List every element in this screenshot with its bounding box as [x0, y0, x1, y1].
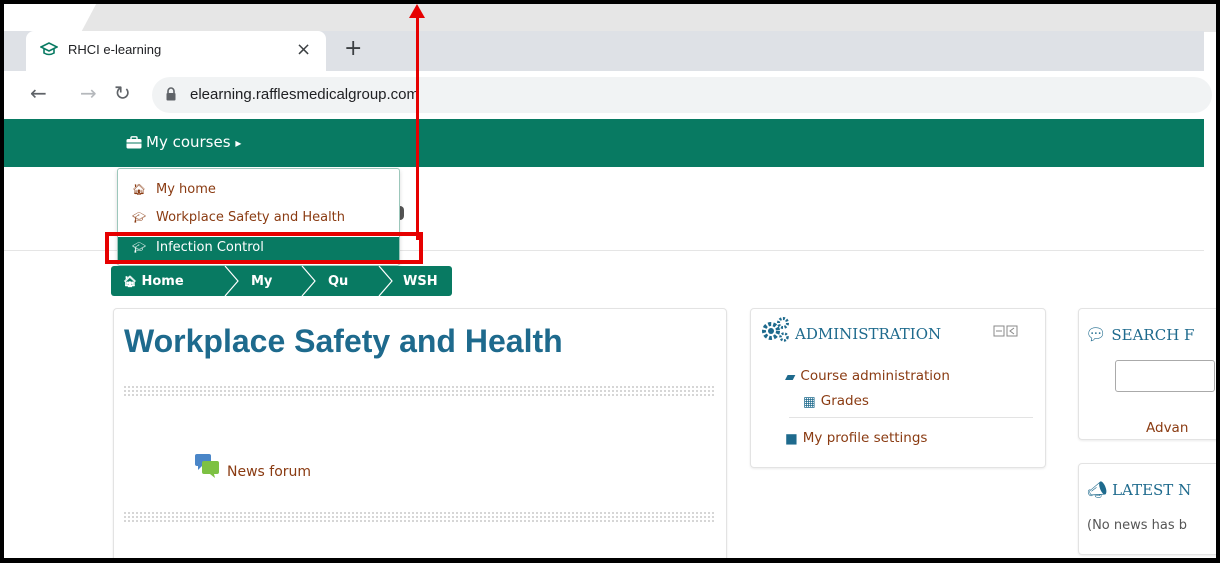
course-content-card: Workplace Safety and Health News forum — [113, 308, 727, 558]
breadcrumb-separator-icon — [224, 265, 239, 297]
latest-news-title: 📣︎ LATEST N — [1087, 480, 1191, 499]
block-controls-icon[interactable] — [993, 325, 1023, 337]
link-label: Grades — [820, 393, 869, 409]
latest-news-title-text: LATEST N — [1112, 481, 1192, 499]
tab-title: RHCI e-learning — [68, 42, 162, 57]
graduation-cap-icon — [40, 42, 58, 56]
background-decoration — [81, 4, 1216, 32]
administration-title: ADMINISTRATION — [795, 325, 942, 343]
breadcrumb-qu[interactable]: Qu — [328, 274, 348, 289]
advanced-search-link[interactable]: Advan — [1146, 420, 1188, 436]
breadcrumb-my[interactable]: My — [251, 274, 272, 289]
graduation-cap-icon: 🎓︎ — [132, 211, 146, 224]
page-title: Workplace Safety and Health — [124, 323, 563, 359]
briefcase-icon — [126, 136, 142, 149]
comments-icon: 💬︎ — [1085, 325, 1107, 345]
admin-divider — [789, 417, 1033, 418]
tab-close-icon[interactable]: × — [296, 39, 311, 60]
breadcrumb-home[interactable]: 🏠︎ Home — [123, 274, 184, 289]
search-block-title: 💬︎ SEARCH F — [1085, 325, 1194, 345]
dropdown-item-label: Workplace Safety and Health — [156, 210, 346, 225]
breadcrumb-wsh[interactable]: WSH — [403, 274, 438, 289]
gears-icon — [762, 317, 789, 342]
folder-open-icon: ▰ — [785, 369, 796, 385]
search-input[interactable] — [1115, 360, 1215, 392]
dropdown-item-label: My home — [156, 182, 216, 197]
reload-icon[interactable]: ↻ — [114, 81, 131, 105]
search-title-text: SEARCH F — [1111, 326, 1195, 344]
lock-icon — [166, 87, 176, 101]
back-arrow-icon[interactable]: ← — [30, 81, 47, 105]
dropdown-item-workplace-safety[interactable]: 🎓︎ Workplace Safety and Health — [118, 207, 399, 231]
caret-right-icon: ▸ — [235, 136, 242, 150]
my-courses-label: My courses — [146, 133, 231, 151]
course-administration-link[interactable]: ▰ Course administration — [785, 368, 950, 385]
table-icon: ▦ — [803, 394, 816, 410]
search-forums-block: 💬︎ SEARCH F Advan — [1078, 308, 1216, 440]
browser-tab-strip: RHCI e-learning × + — [4, 31, 1204, 71]
section-divider — [123, 385, 715, 397]
administration-block: ADMINISTRATION ▰ Course administration ▦ G… — [750, 308, 1046, 468]
new-tab-icon[interactable]: + — [344, 36, 362, 61]
my-profile-settings-link[interactable]: ■ My profile settings — [785, 430, 927, 447]
annotation-arrow-line — [416, 16, 419, 240]
url-text: elearning.rafflesmedicalgroup.com — [190, 86, 420, 103]
home-icon: 🏠︎ — [132, 183, 146, 196]
browser-tab[interactable]: RHCI e-learning × — [26, 31, 326, 71]
screenshot-frame: RHCI e-learning × + ← → ↻ elearning.raff… — [0, 0, 1220, 563]
latest-news-block: 📣︎ LATEST N (No news has b — [1078, 463, 1216, 555]
bullhorn-icon: 📣︎ — [1087, 480, 1108, 499]
my-courses-menu[interactable]: My courses ▸ — [126, 133, 241, 151]
annotation-arrow-head — [409, 4, 425, 18]
home-icon: 🏠︎ — [123, 275, 137, 288]
breadcrumb-separator-icon — [378, 265, 393, 297]
no-news-text: (No news has b — [1087, 518, 1188, 533]
breadcrumb-label: Home — [141, 274, 184, 289]
highlight-box — [105, 232, 423, 264]
breadcrumb: 🏠︎ Home My Qu WSH — [111, 265, 452, 297]
site-navbar: My courses ▸ — [4, 119, 1204, 167]
url-bar[interactable]: elearning.rafflesmedicalgroup.com — [152, 77, 1212, 113]
dropdown-item-my-home[interactable]: 🏠︎ My home — [118, 179, 399, 203]
folder-icon: ■ — [785, 431, 798, 447]
breadcrumb-separator-icon — [301, 265, 316, 297]
grades-link[interactable]: ▦ Grades — [803, 393, 869, 410]
address-bar-row: ← → ↻ elearning.rafflesmedicalgroup.com — [4, 71, 1212, 119]
news-forum-link[interactable]: News forum — [227, 464, 311, 480]
forum-icon — [195, 454, 219, 478]
section-divider — [123, 511, 715, 523]
forward-arrow-icon[interactable]: → — [80, 81, 97, 105]
link-label: Course administration — [800, 368, 950, 384]
link-label: My profile settings — [802, 430, 928, 446]
